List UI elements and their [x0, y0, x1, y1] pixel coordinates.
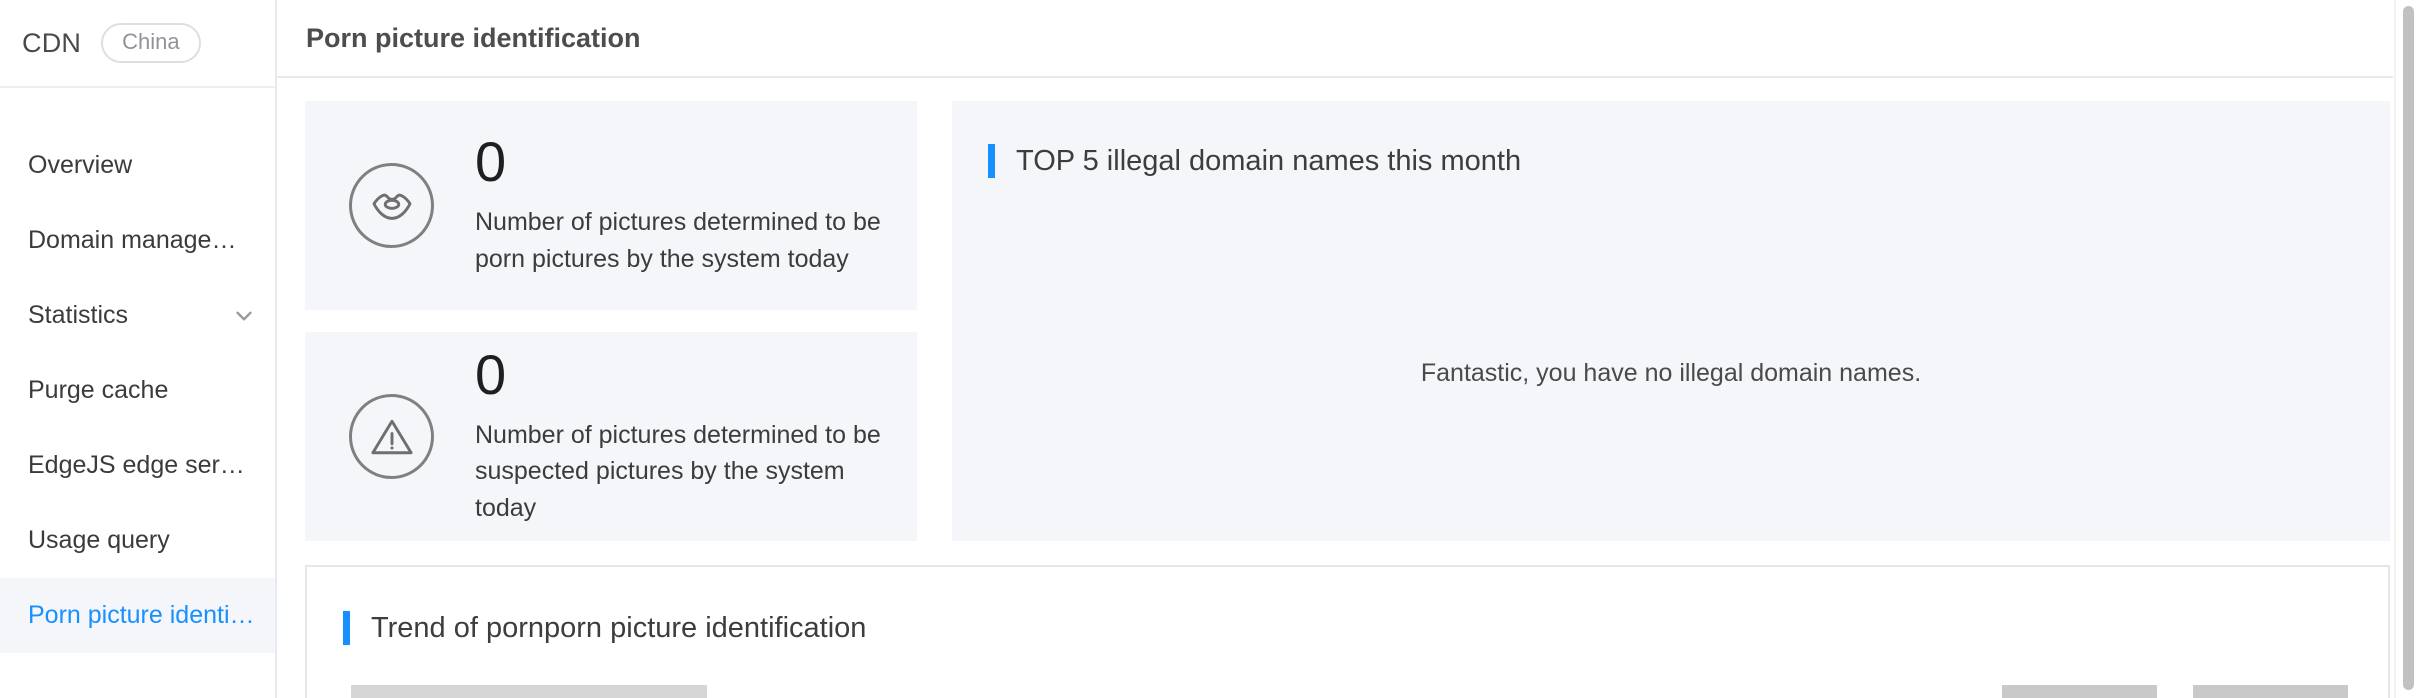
- content-area: 0 Number of pictures determined to be po…: [277, 78, 2418, 698]
- sidebar-nav: Overview Domain management Statistics Pu…: [0, 88, 275, 653]
- sidebar-item-label: Overview: [28, 151, 133, 179]
- panel-heading: TOP 5 illegal domain names this month: [952, 101, 2390, 178]
- lips-icon: [349, 163, 434, 248]
- sidebar-item-label: Statistics: [28, 301, 129, 329]
- trend-panel: Trend of pornporn picture identification: [305, 565, 2390, 698]
- sidebar-item-statistics[interactable]: Statistics: [0, 278, 275, 353]
- trend-button-secondary[interactable]: [2193, 685, 2348, 698]
- page-title: Porn picture identification: [306, 22, 641, 53]
- sidebar-item-label: Usage query: [28, 526, 170, 554]
- app-root: CDN China Overview Domain management Sta…: [0, 0, 2418, 698]
- sidebar-item-overview[interactable]: Overview: [0, 128, 275, 203]
- product-name: CDN: [22, 27, 82, 58]
- vertical-scrollbar[interactable]: [2394, 0, 2418, 698]
- trend-button-primary[interactable]: [2002, 685, 2157, 698]
- stat-value: 0: [475, 130, 507, 194]
- stat-text: 0 Number of pictures determined to be po…: [475, 134, 905, 277]
- sidebar-item-label: Porn picture identifica...: [28, 601, 257, 629]
- stat-card-suspected-pictures: 0 Number of pictures determined to be su…: [305, 332, 917, 541]
- trend-button-group: [2002, 685, 2348, 698]
- region-badge[interactable]: China: [101, 23, 201, 63]
- stat-description: Number of pictures determined to be susp…: [475, 421, 881, 522]
- date-range-input[interactable]: [351, 685, 707, 698]
- main-content: Porn picture identification 0 Number of …: [277, 0, 2418, 698]
- sidebar-item-domain-management[interactable]: Domain management: [0, 203, 275, 278]
- warning-triangle-icon: [349, 394, 434, 479]
- sidebar: CDN China Overview Domain management Sta…: [0, 0, 277, 698]
- accent-bar-icon: [988, 144, 995, 178]
- empty-state-message: Fantastic, you have no illegal domain na…: [1420, 359, 1922, 387]
- sidebar-item-edgejs-edge-service[interactable]: EdgeJS edge service: [0, 428, 275, 503]
- sidebar-item-label: Purge cache: [28, 376, 169, 404]
- trend-panel-title: Trend of pornporn picture identification: [371, 611, 867, 644]
- scrollbar-thumb[interactable]: [2403, 6, 2414, 690]
- chevron-down-icon: [231, 303, 257, 329]
- trend-controls: [307, 645, 2388, 698]
- top5-illegal-domains-panel: TOP 5 illegal domain names this month Fa…: [952, 101, 2390, 541]
- stat-card-column: 0 Number of pictures determined to be po…: [305, 101, 917, 541]
- sidebar-item-label: Domain management: [28, 226, 257, 254]
- sidebar-item-purge-cache[interactable]: Purge cache: [0, 353, 275, 428]
- trend-heading: Trend of pornporn picture identification: [307, 567, 2388, 645]
- page-header: Porn picture identification: [277, 0, 2393, 78]
- sidebar-header: CDN China: [0, 0, 275, 88]
- sidebar-item-usage-query[interactable]: Usage query: [0, 503, 275, 578]
- sidebar-item-porn-picture-identification[interactable]: Porn picture identifica...: [0, 578, 275, 653]
- stat-text: 0 Number of pictures determined to be su…: [475, 347, 905, 526]
- stat-description: Number of pictures determined to be porn…: [475, 208, 881, 273]
- sidebar-item-label: EdgeJS edge service: [28, 451, 257, 479]
- stat-card-porn-pictures: 0 Number of pictures determined to be po…: [305, 101, 917, 310]
- stat-value: 0: [475, 343, 507, 407]
- panel-title: TOP 5 illegal domain names this month: [1016, 144, 1522, 177]
- top-row: 0 Number of pictures determined to be po…: [305, 101, 2390, 541]
- accent-bar-icon: [343, 611, 350, 645]
